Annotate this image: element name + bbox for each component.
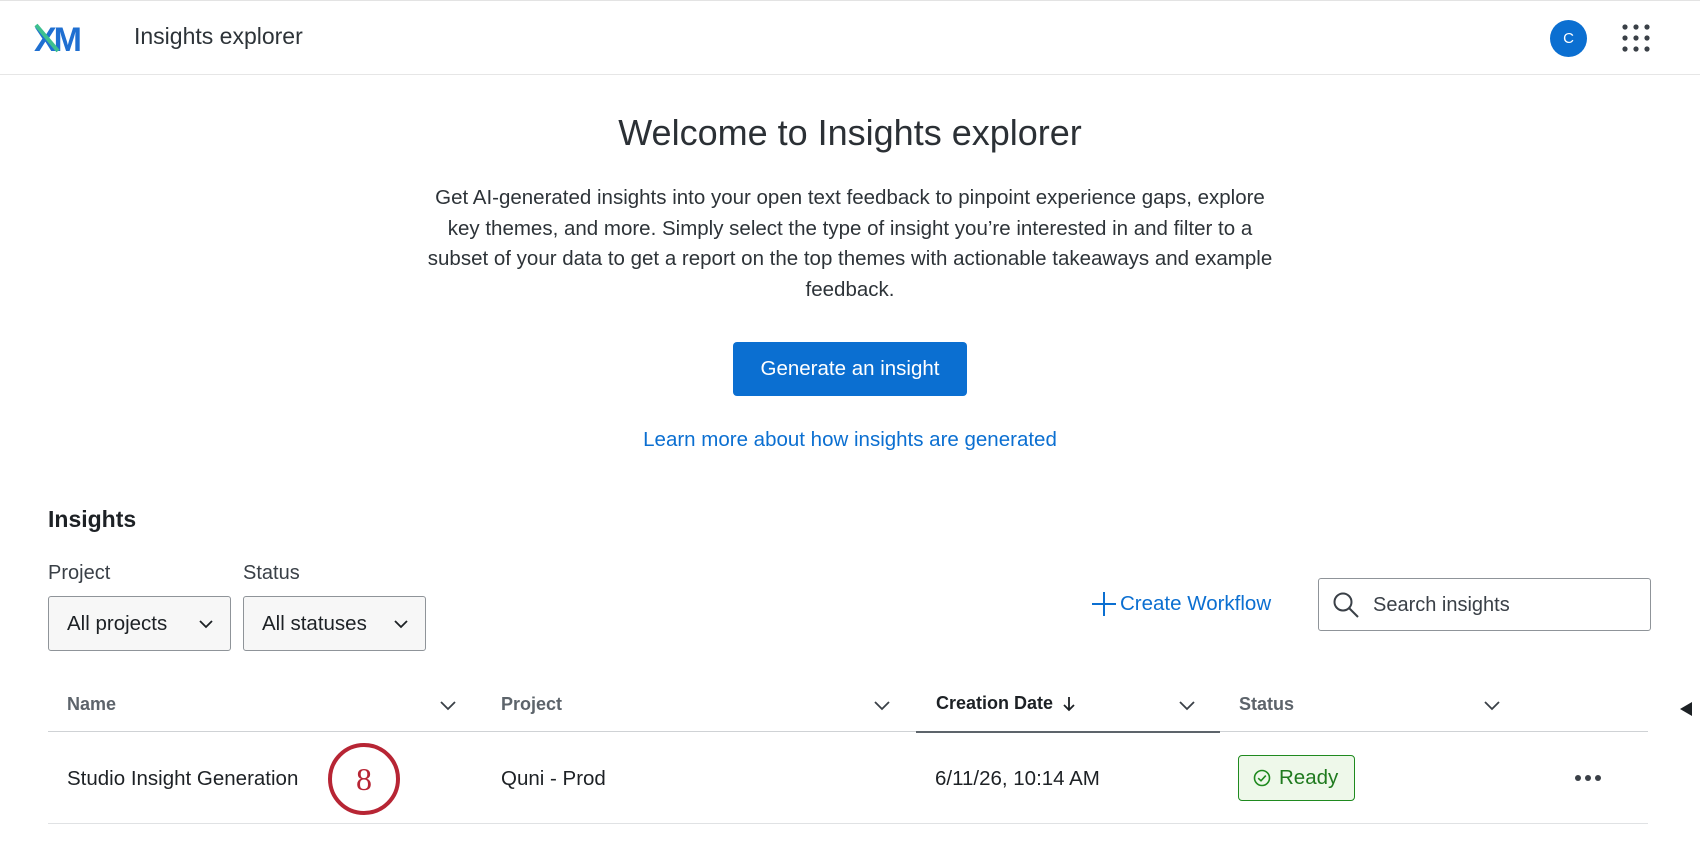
- chevron-down-icon: [394, 620, 408, 629]
- status-badge: Ready: [1238, 755, 1356, 801]
- app-title: Insights explorer: [134, 23, 303, 49]
- page-title: Welcome to Insights explorer: [618, 112, 1082, 153]
- step-number-marker: 8: [328, 743, 400, 815]
- status-filter-label: Status: [243, 562, 300, 584]
- column-header-name[interactable]: Name: [67, 676, 116, 732]
- column-header-name-label: Name: [67, 693, 117, 714]
- learn-more-link[interactable]: Learn more about how insights are genera…: [643, 428, 1057, 451]
- search-input[interactable]: [1373, 589, 1633, 621]
- status-filter-dropdown[interactable]: All statuses: [243, 596, 426, 651]
- chevron-down-icon: [199, 620, 213, 629]
- chevron-down-icon[interactable]: [1178, 696, 1196, 714]
- search-box: [1318, 578, 1651, 631]
- project-filter-value: All projects: [67, 611, 168, 635]
- xm-logo[interactable]: XM: [34, 21, 94, 55]
- status-badge-label: Ready: [1279, 766, 1339, 789]
- insights-section-title: Insights: [48, 506, 137, 532]
- column-header-creation-date-label: Creation Date: [936, 693, 1054, 713]
- more-options-icon[interactable]: [1573, 769, 1603, 787]
- plus-icon: [1092, 592, 1116, 616]
- learn-more-container: Learn more about how insights are genera…: [0, 428, 1700, 452]
- check-circle-icon: [1253, 769, 1271, 787]
- insight-creation-date: 6/11/26, 10:14 AM: [935, 766, 1100, 790]
- generate-insight-button[interactable]: Generate an insight: [733, 342, 967, 396]
- chevron-down-icon[interactable]: [1483, 696, 1501, 714]
- panel-toggle-arrow-icon[interactable]: [1680, 702, 1692, 716]
- column-header-status-label: Status: [1239, 693, 1295, 714]
- project-filter-dropdown[interactable]: All projects: [48, 596, 231, 651]
- chevron-down-icon[interactable]: [439, 696, 457, 714]
- page-description: Get AI-generated insights into your open…: [427, 186, 1273, 301]
- insight-project: Quni - Prod: [501, 766, 606, 790]
- table-row[interactable]: Studio Insight Generation Quni - Prod 6/…: [48, 733, 1648, 824]
- insight-name[interactable]: Studio Insight Generation: [67, 733, 298, 824]
- table-header: Name Project Creation Date Status: [48, 676, 1648, 733]
- create-workflow-button[interactable]: Create Workflow: [1091, 589, 1271, 619]
- column-header-project-label: Project: [501, 693, 563, 714]
- app-grid-icon[interactable]: [1621, 23, 1651, 53]
- column-header-project[interactable]: Project: [501, 676, 562, 732]
- column-header-status[interactable]: Status: [1239, 676, 1294, 732]
- create-workflow-label: Create Workflow: [1120, 592, 1272, 615]
- column-header-creation-date[interactable]: Creation Date: [916, 676, 1220, 733]
- user-avatar[interactable]: C: [1550, 20, 1587, 57]
- arrow-down-icon: [1063, 696, 1075, 711]
- project-filter-label: Project: [48, 562, 111, 584]
- top-navigation-bar: XM Insights explorer C: [0, 0, 1700, 75]
- status-filter-value: All statuses: [262, 611, 367, 635]
- chevron-down-icon[interactable]: [873, 696, 891, 714]
- search-icon: [1333, 592, 1359, 618]
